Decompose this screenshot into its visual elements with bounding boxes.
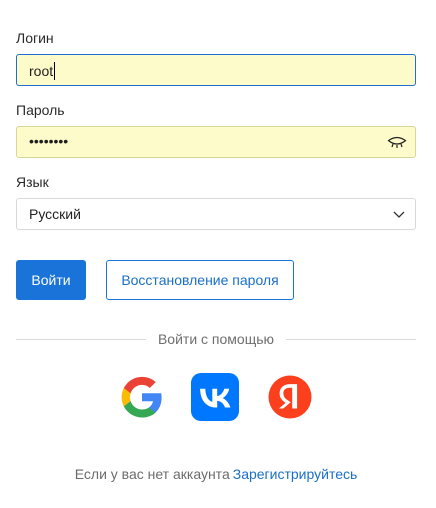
password-label: Пароль bbox=[16, 102, 65, 118]
language-select[interactable]: Русский bbox=[16, 198, 416, 230]
register-prompt: Если у вас нет аккаунта Зарегистрируйтесь bbox=[16, 466, 416, 482]
password-input-value: •••••••• bbox=[29, 133, 69, 149]
eye-closed-icon[interactable] bbox=[387, 135, 407, 149]
register-link[interactable]: Зарегистрируйтесь bbox=[233, 466, 358, 482]
login-label: Логин bbox=[16, 30, 54, 46]
text-caret bbox=[54, 62, 56, 80]
password-input[interactable]: •••••••• bbox=[16, 126, 416, 158]
social-divider: Войти с помощью bbox=[16, 330, 416, 348]
register-prompt-text: Если у вас нет аккаунта bbox=[74, 466, 230, 482]
chevron-down-icon bbox=[393, 211, 405, 218]
divider-line-right bbox=[286, 339, 416, 340]
restore-password-button[interactable]: Восстановление пароля bbox=[106, 260, 294, 300]
login-button[interactable]: Войти bbox=[16, 260, 86, 300]
login-input-value: root bbox=[29, 62, 56, 80]
vk-icon[interactable] bbox=[191, 373, 239, 421]
google-icon[interactable] bbox=[118, 373, 166, 421]
yandex-icon[interactable] bbox=[266, 373, 314, 421]
language-select-value: Русский bbox=[29, 206, 81, 222]
login-input[interactable]: root bbox=[16, 54, 416, 86]
language-label: Язык bbox=[16, 174, 49, 190]
